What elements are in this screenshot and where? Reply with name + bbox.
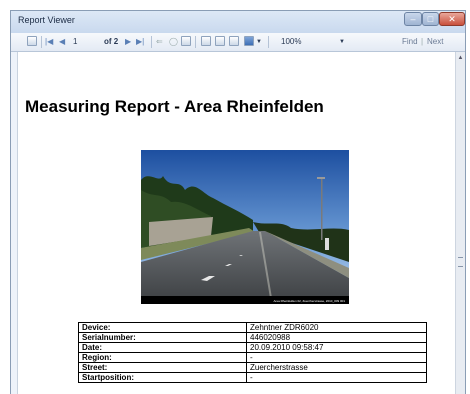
toolbar-separator (268, 36, 269, 48)
last-page-icon[interactable]: ▶| (136, 36, 144, 48)
table-row: Street: Zuercherstrasse (78, 362, 427, 373)
back-icon[interactable]: ⇐ (156, 36, 163, 48)
device-value: Zehntner ZDR6020 (246, 322, 427, 333)
startposition-value: - (246, 372, 427, 383)
export-icon[interactable] (244, 36, 254, 46)
export-dropdown-icon[interactable]: ▼ (256, 36, 262, 48)
street-value: Zuercherstrasse (246, 362, 427, 373)
close-button[interactable]: ✕ (439, 12, 465, 26)
table-row: Region: - (78, 352, 427, 363)
table-row: Startposition: - (78, 372, 427, 383)
current-page-input[interactable]: 1 (73, 36, 99, 48)
toolbar-separator (195, 36, 196, 48)
region-label: Region: (78, 352, 247, 363)
report-page: Measuring Report - Area Rheinfelden Area… (17, 52, 455, 394)
first-page-icon[interactable]: |◀ (45, 36, 53, 48)
startposition-label: Startposition: (78, 372, 247, 383)
report-title: Measuring Report - Area Rheinfelden (25, 97, 324, 116)
street-label: Street: (78, 362, 247, 373)
photo-caption: Area Rheinfelden 02, Zuercherstrasse, 20… (273, 299, 345, 303)
table-row: Serialnumber: 446020988 (78, 332, 427, 343)
previous-page-icon[interactable]: ◀ (59, 36, 65, 48)
report-viewer-window: Report Viewer – □ ✕ |◀ ◀ 1 of 2 ▶ ▶| ⇐ ◯… (10, 10, 466, 394)
document-map-icon[interactable] (27, 36, 37, 46)
date-label: Date: (78, 342, 247, 353)
scroll-up-icon[interactable]: ▲ (456, 54, 465, 63)
page-count-label: of 2 (104, 37, 119, 46)
toolbar-separator (41, 36, 42, 48)
maximize-button[interactable]: □ (422, 12, 439, 26)
serialnumber-label: Serialnumber: (78, 332, 247, 343)
toolbar-divider: | (421, 37, 424, 46)
title-bar: Report Viewer – □ ✕ (11, 11, 465, 33)
vertical-scrollbar[interactable]: ▲ (455, 52, 465, 394)
toolbar-separator (151, 36, 152, 48)
table-row: Date: 20.09.2010 09:58:47 (78, 342, 427, 353)
find-button[interactable]: Find (402, 36, 418, 48)
next-page-icon[interactable]: ▶ (125, 36, 131, 48)
window-title: Report Viewer (18, 15, 75, 25)
measurement-info-table: Device: Zehntner ZDR6020 Serialnumber: 4… (78, 322, 427, 383)
scroll-grip-icon[interactable] (458, 257, 463, 267)
table-row: Device: Zehntner ZDR6020 (78, 322, 427, 333)
print-layout-icon[interactable] (215, 36, 225, 46)
zoom-dropdown-icon[interactable]: ▼ (339, 36, 345, 48)
device-label: Device: (78, 322, 247, 333)
date-value: 20.09.2010 09:58:47 (246, 342, 427, 353)
serialnumber-value: 446020988 (246, 332, 427, 343)
zoom-select[interactable]: 100% (281, 36, 301, 48)
stop-icon[interactable]: ◯ (169, 36, 178, 48)
print-icon[interactable] (201, 36, 211, 46)
road-photo-image (141, 150, 349, 304)
refresh-icon[interactable] (181, 36, 191, 46)
page-setup-icon[interactable] (229, 36, 239, 46)
toolbar: |◀ ◀ 1 of 2 ▶ ▶| ⇐ ◯ ▼ 100% ▼ Find | Nex… (11, 33, 465, 52)
next-button[interactable]: Next (427, 36, 443, 48)
road-photo: Area Rheinfelden 02, Zuercherstrasse, 20… (141, 150, 349, 304)
region-value: - (246, 352, 427, 363)
minimize-button[interactable]: – (404, 12, 422, 26)
